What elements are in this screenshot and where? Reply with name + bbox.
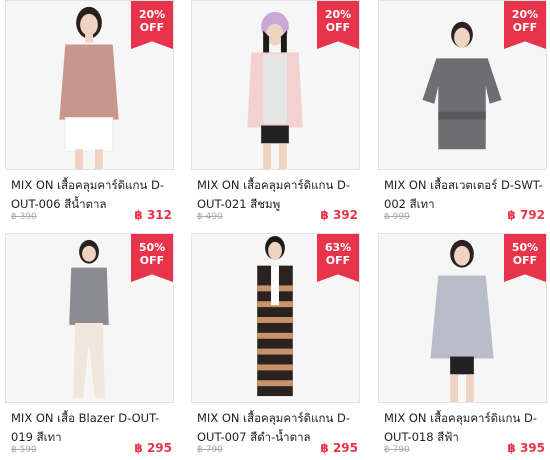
original-price: ฿ 390: [11, 212, 37, 222]
discount-percent: 20%: [324, 8, 352, 21]
discount-percent: 63%: [324, 241, 352, 254]
sale-price: ฿ 312: [134, 208, 172, 222]
product-image[interactable]: 50% OFF: [378, 233, 547, 403]
sale-price: ฿ 295: [320, 441, 358, 455]
sale-price: ฿ 295: [134, 441, 172, 455]
product-card[interactable]: 20% OFF MIX ON เสื้อสเวตเตอร์ D-SWT-002 …: [378, 0, 547, 225]
discount-off-label: OFF: [325, 21, 351, 34]
product-card[interactable]: 50% OFF MIX ON เสื้อคลุมคาร์ดิแกน D-OUT-…: [378, 233, 547, 458]
product-card[interactable]: 20% OFF MIX ON เสื้อคลุมคาร์ดิแกน D-OUT-…: [5, 0, 174, 225]
original-price: ฿ 490: [197, 212, 223, 222]
sale-price: ฿ 392: [320, 208, 358, 222]
original-price: ฿ 790: [197, 445, 223, 455]
product-grid: 20% OFF MIX ON เสื้อคลุมคาร์ดิแกน D-OUT-…: [0, 0, 550, 460]
discount-off-label: OFF: [512, 254, 538, 267]
product-card[interactable]: 50% OFF MIX ON เสื้อ Blazer D-OUT-019 สี…: [5, 233, 174, 458]
discount-percent: 50%: [511, 241, 539, 254]
discount-off-label: OFF: [139, 254, 165, 267]
sale-price: ฿ 395: [507, 441, 545, 455]
discount-off-label: OFF: [139, 21, 165, 34]
original-price: ฿ 590: [11, 445, 37, 455]
product-image[interactable]: 20% OFF: [378, 0, 547, 170]
product-card[interactable]: 63% OFF MIX ON เสื้อคลุมคาร์ดิแกน D-OUT-…: [191, 233, 360, 458]
product-image[interactable]: 20% OFF: [5, 0, 174, 170]
product-card[interactable]: 20% OFF MIX ON เสื้อคลุมคาร์ดิแกน D-OUT-…: [191, 0, 360, 225]
product-image[interactable]: 50% OFF: [5, 233, 174, 403]
discount-percent: 20%: [138, 8, 166, 21]
discount-percent: 50%: [138, 241, 166, 254]
original-price: ฿ 790: [384, 445, 410, 455]
product-image[interactable]: 20% OFF: [191, 0, 360, 170]
discount-percent: 20%: [511, 8, 539, 21]
product-image[interactable]: 63% OFF: [191, 233, 360, 403]
original-price: ฿ 990: [384, 212, 410, 222]
discount-off-label: OFF: [512, 21, 538, 34]
sale-price: ฿ 792: [507, 208, 545, 222]
discount-off-label: OFF: [325, 254, 351, 267]
